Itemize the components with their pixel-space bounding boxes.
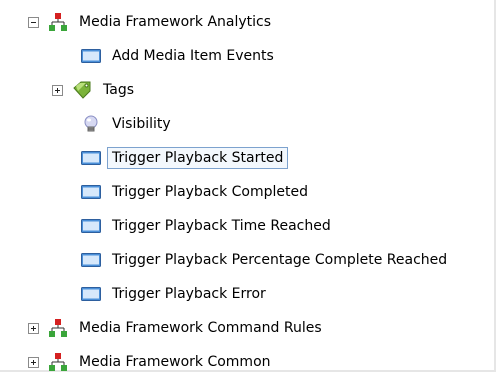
- expand-toggle[interactable]: [52, 84, 63, 96]
- tree-node-label: Trigger Playback Time Reached: [112, 218, 331, 234]
- tree-node-label: Media Framework Command Rules: [79, 320, 322, 336]
- tree-node-add-media-item-events[interactable]: Add Media Item Events: [81, 43, 278, 69]
- tree-node-label: Trigger Playback Percentage Complete Rea…: [112, 252, 448, 268]
- event-window-icon: [81, 253, 101, 267]
- tree-node-tags[interactable]: Tags: [52, 77, 138, 103]
- tree-node-visibility[interactable]: Visibility: [81, 111, 175, 137]
- expand-toggle[interactable]: [28, 356, 39, 368]
- tree-node-label: Visibility: [112, 116, 171, 132]
- tree-node-media-framework-command-rules[interactable]: Media Framework Command Rules: [28, 315, 326, 341]
- tree-node-label: Media Framework Common: [79, 354, 271, 370]
- tree-node-media-framework-analytics[interactable]: Media Framework Analytics: [28, 9, 275, 35]
- tree-node-trigger-playback-time-reached[interactable]: Trigger Playback Time Reached: [81, 213, 335, 239]
- tree-node-label: Media Framework Analytics: [79, 14, 272, 30]
- event-window-icon: [81, 49, 101, 63]
- tree-node-trigger-playback-completed[interactable]: Trigger Playback Completed: [81, 179, 312, 205]
- event-window-icon: [81, 185, 101, 199]
- event-window-icon: [81, 219, 101, 233]
- tree-node-label: Add Media Item Events: [112, 48, 274, 64]
- tree-node-trigger-playback-started[interactable]: Trigger Playback Started: [81, 145, 289, 171]
- tree-node-label: Trigger Playback Started: [107, 147, 289, 169]
- hierarchy-icon: [49, 353, 67, 371]
- tag-icon: [73, 81, 91, 99]
- expand-toggle[interactable]: [28, 322, 39, 334]
- tree-node-trigger-playback-percentage-complete-reached[interactable]: Trigger Playback Percentage Complete Rea…: [81, 247, 451, 273]
- tree-node-label: Tags: [103, 82, 134, 98]
- event-window-icon: [81, 151, 101, 165]
- collapse-toggle[interactable]: [28, 16, 39, 28]
- lightbulb-icon: [84, 115, 98, 132]
- hierarchy-icon: [49, 319, 67, 337]
- tree-node-label: Trigger Playback Completed: [112, 184, 309, 200]
- tree-panel: Media Framework Analytics Add Media Item…: [0, 0, 496, 372]
- tree-node-label: Trigger Playback Error: [112, 286, 266, 302]
- hierarchy-icon: [49, 13, 67, 31]
- tree-node-trigger-playback-error[interactable]: Trigger Playback Error: [81, 281, 270, 307]
- tree-node-media-framework-common[interactable]: Media Framework Common: [28, 349, 275, 375]
- event-window-icon: [81, 287, 101, 301]
